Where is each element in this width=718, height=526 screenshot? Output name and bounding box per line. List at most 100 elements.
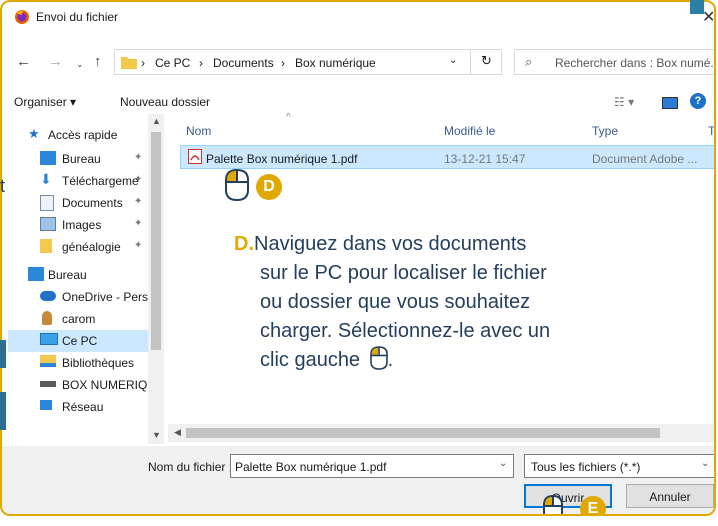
sidebar-item-documents[interactable]: Documents ✦ — [8, 192, 150, 214]
crumb-separator-icon: › — [199, 56, 203, 70]
scroll-up-icon[interactable]: ▲ — [152, 116, 161, 126]
mouse-left-click-icon — [543, 494, 563, 514]
sidebar-scrollbar[interactable]: ▲ ▼ — [148, 114, 164, 444]
close-icon[interactable]: ✕ — [702, 7, 714, 27]
drive-icon — [40, 381, 56, 387]
pin-icon: ✦ — [134, 196, 143, 207]
new-folder-button[interactable]: Nouveau dossier — [120, 95, 210, 109]
crumb-ce-pc[interactable]: Ce PC — [155, 56, 190, 70]
cancel-button[interactable]: Annuler — [626, 484, 714, 508]
instruction-line: sur le PC pour localiser le fichier — [260, 262, 547, 284]
column-header-modified[interactable]: Modifié le — [444, 124, 495, 138]
file-modified: 13-12-21 15:47 — [444, 152, 526, 166]
search-icon: ⌕ — [525, 54, 533, 69]
crumb-separator-icon: › — [281, 56, 285, 70]
images-icon — [40, 217, 56, 231]
sidebar-item-reseau[interactable]: Réseau — [8, 396, 150, 418]
scroll-left-icon[interactable]: ◀ — [174, 427, 181, 438]
pdf-icon — [188, 149, 202, 164]
sidebar-item-onedrive[interactable]: OneDrive - Perso — [8, 286, 150, 308]
background-decoration — [0, 392, 6, 430]
sidebar-item-images[interactable]: Images ✦ — [8, 214, 150, 236]
filetype-value: Tous les fichiers (*.*) — [531, 460, 641, 474]
pin-icon: ✦ — [134, 152, 143, 163]
library-icon — [40, 355, 56, 367]
view-options-icon[interactable]: ☷ ▾ — [614, 95, 634, 109]
sidebar-item-acces-rapide[interactable]: ★ Accès rapide — [8, 124, 150, 146]
background-decoration — [690, 0, 704, 14]
sidebar-item-ce-pc[interactable]: Ce PC — [8, 330, 150, 352]
refresh-icon: ↻ — [481, 53, 492, 68]
filename-value: Palette Box numérique 1.pdf — [235, 460, 387, 474]
desktop-icon — [28, 267, 44, 281]
chevron-down-icon: ⌄ — [701, 458, 710, 469]
pin-icon: ✦ — [134, 240, 143, 251]
pc-icon — [40, 333, 58, 345]
scroll-down-icon[interactable]: ▼ — [152, 430, 161, 440]
instruction-line: Naviguez dans vos documents — [254, 233, 527, 255]
instruction-line: charger. Sélectionnez-le avec un — [260, 320, 551, 342]
window-title: Envoi du fichier — [36, 10, 119, 24]
crumb-documents[interactable]: Documents — [213, 56, 274, 70]
sidebar-item-carom[interactable]: carom — [8, 308, 150, 330]
column-header-type[interactable]: Type — [592, 124, 618, 138]
pin-icon: ✦ — [134, 174, 143, 185]
download-icon: ⬇ — [40, 171, 52, 187]
folder-icon — [121, 57, 137, 69]
sidebar-item-genealogie[interactable]: généalogie ✦ — [8, 236, 150, 258]
background-decoration — [0, 340, 6, 368]
filename-label: Nom du fichier : — [148, 460, 233, 474]
desktop-icon — [40, 151, 56, 165]
file-dialog: Envoi du fichier ✕ ← → ⌄ ↑ › Ce PC › Doc… — [0, 0, 716, 516]
crumb-separator-icon: › — [141, 56, 145, 70]
documents-icon — [40, 195, 54, 211]
sidebar-item-bibliotheques[interactable]: Bibliothèques — [8, 352, 150, 374]
file-list-hscrollbar[interactable]: ◀ — [168, 424, 714, 442]
instruction-period: . — [387, 349, 394, 371]
file-type: Document Adobe ... — [592, 152, 698, 166]
background-text-fragment: t — [0, 176, 6, 196]
step-badge-e: E — [580, 496, 606, 514]
step-badge-d: D — [256, 174, 282, 200]
user-icon — [42, 311, 52, 325]
refresh-button[interactable]: ↻ — [470, 49, 503, 75]
chevron-down-icon[interactable]: ⌄ — [449, 55, 457, 66]
crumb-box-numerique[interactable]: Box numérique — [295, 56, 376, 70]
organize-button[interactable]: Organiser ▾ — [14, 95, 76, 109]
help-icon[interactable]: ? — [690, 93, 706, 109]
sidebar-item-bureau-root[interactable]: Bureau — [8, 264, 150, 286]
up-arrow-icon[interactable]: ↑ — [94, 54, 102, 69]
preview-pane-icon[interactable] — [662, 97, 678, 109]
firefox-icon — [15, 10, 29, 24]
filetype-select[interactable]: Tous les fichiers (*.*) ⌄ — [524, 454, 714, 478]
scrollbar-thumb[interactable] — [151, 132, 161, 350]
navigation-pane: ★ Accès rapide Bureau ✦ ⬇ Téléchargeme ✦… — [8, 114, 166, 446]
sidebar-item-telechargements[interactable]: ⬇ Téléchargeme ✦ — [8, 170, 150, 192]
instruction-letter: D. — [234, 233, 254, 255]
title-bar: Envoi du fichier ✕ — [2, 2, 714, 32]
sidebar-item-box-numerique[interactable]: BOX NUMERIQU — [8, 374, 150, 396]
toolbar: Organiser ▾ Nouveau dossier ☷ ▾ ? — [2, 90, 714, 112]
mouse-left-click-icon — [225, 168, 249, 202]
file-name: Palette Box numérique 1.pdf — [206, 152, 358, 166]
column-header-name[interactable]: Nom — [186, 124, 211, 138]
sort-chevron-icon: ^ — [286, 112, 291, 123]
back-arrow-icon[interactable]: ← — [16, 54, 31, 69]
sidebar-item-bureau[interactable]: Bureau ✦ — [8, 148, 150, 170]
chevron-down-icon[interactable]: ⌄ — [499, 458, 507, 469]
network-icon — [40, 400, 52, 410]
forward-arrow-icon[interactable]: → — [48, 54, 63, 69]
search-input[interactable]: ⌕ Rechercher dans : Box numé... — [514, 49, 716, 75]
star-icon: ★ — [28, 126, 40, 141]
instruction-line: clic gauche — [260, 349, 361, 371]
column-header-size[interactable]: Ta — [708, 124, 714, 138]
recent-chevron-icon[interactable]: ⌄ — [76, 57, 84, 72]
instruction-line: ou dossier que vous souhaitez — [260, 291, 531, 313]
search-placeholder: Rechercher dans : Box numé... — [555, 56, 716, 70]
cloud-icon — [40, 291, 56, 301]
filename-input[interactable]: Palette Box numérique 1.pdf ⌄ — [230, 454, 514, 478]
instruction-text: D.Naviguez dans vos documents sur le PC … — [234, 230, 654, 375]
address-bar[interactable]: › Ce PC › Documents › Box numérique ⌄ — [114, 49, 502, 75]
scrollbar-thumb[interactable] — [186, 428, 660, 438]
pin-icon: ✦ — [134, 218, 143, 229]
